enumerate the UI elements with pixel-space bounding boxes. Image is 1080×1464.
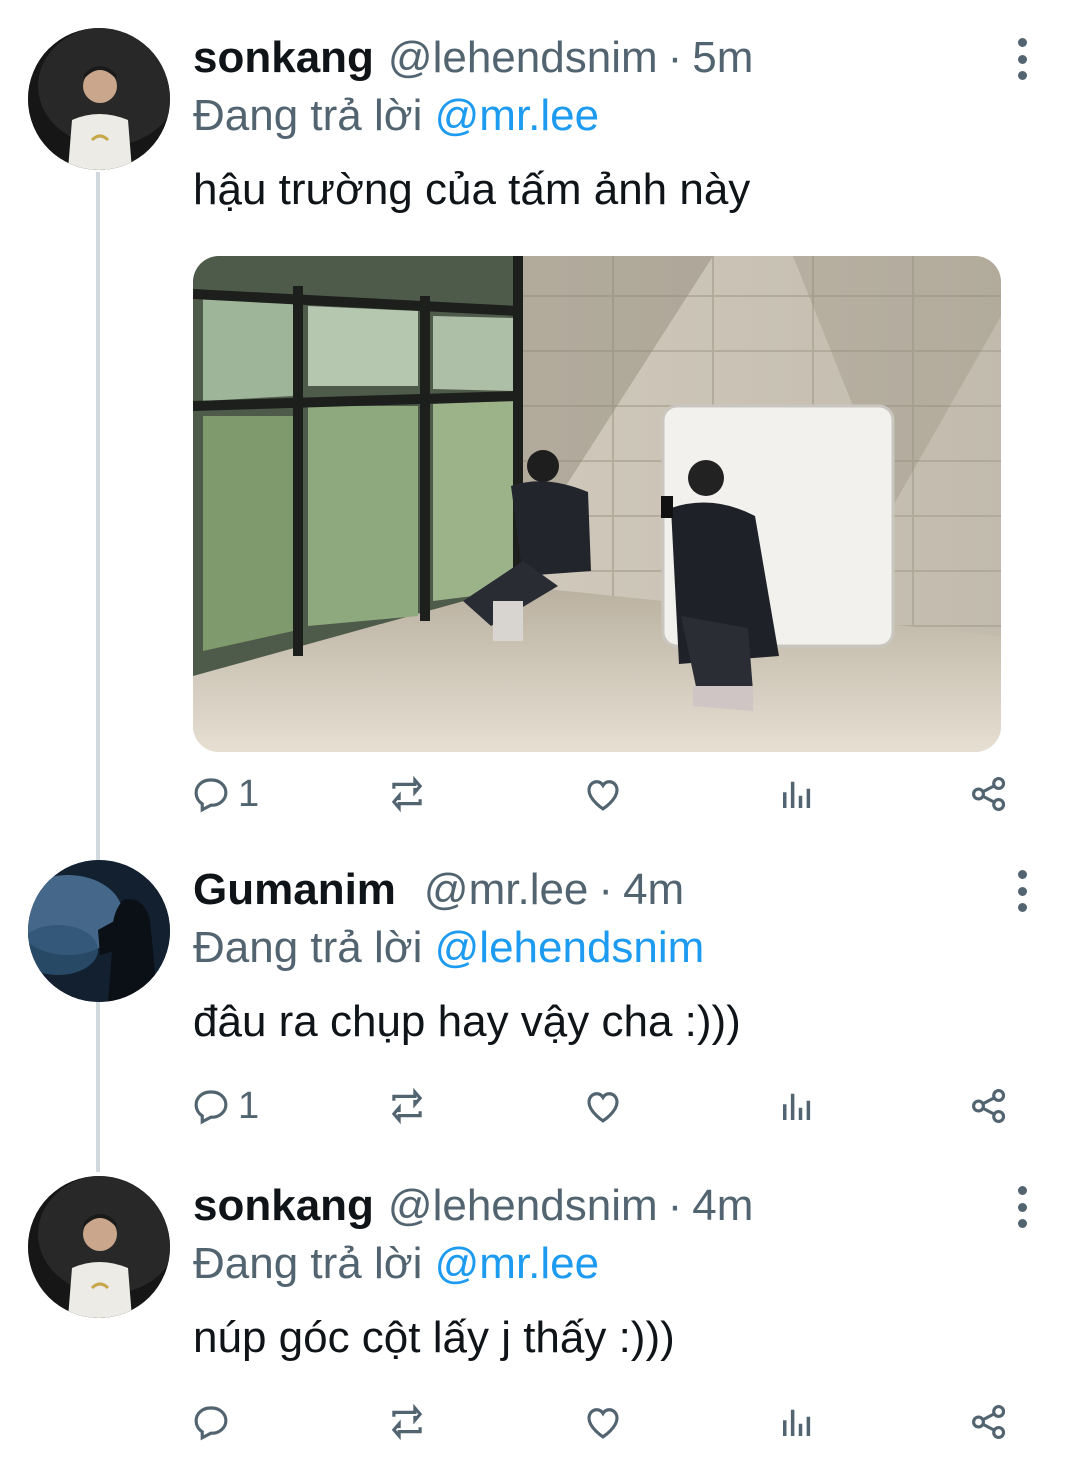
tweet-actions: 1 [190,1076,1040,1136]
tweet-text: hậu trường của tấm ảnh này [193,165,751,214]
reply-button[interactable]: 1 [190,1076,259,1136]
replying-prefix: Đang trả lời [193,923,423,972]
mention-link[interactable]: @mr.lee [435,91,599,140]
like-icon [582,1085,624,1127]
share-button[interactable] [968,1076,1010,1136]
like-button[interactable] [582,764,624,824]
tweet-text: đâu ra chụp hay vậy cha :))) [193,997,741,1046]
retweet-button[interactable] [386,764,428,824]
replying-to: Đang trả lời @mr.lee [193,84,599,148]
tweet-3[interactable]: sonkang @lehendsnim · 4m Đang trả lời @m… [0,1174,1080,1464]
tweet-actions [190,1392,1040,1452]
avatar[interactable] [28,28,170,170]
more-icon[interactable] [1004,1182,1040,1232]
share-icon [968,773,1010,815]
retweet-icon [386,1401,428,1443]
share-button[interactable] [968,1392,1010,1452]
share-button[interactable] [968,764,1010,824]
separator: · [667,1181,683,1230]
separator: · [667,33,683,82]
like-icon [582,773,624,815]
analytics-icon [776,1401,818,1443]
more-icon[interactable] [1004,34,1040,84]
analytics-icon [776,773,818,815]
replying-prefix: Đang trả lời [193,1239,423,1288]
tweet-photo[interactable] [193,256,1001,752]
tweet-header: sonkang @lehendsnim · 5m [193,26,753,90]
replying-prefix: Đang trả lời [193,91,423,140]
retweet-icon [386,1085,428,1127]
reply-icon [190,1085,232,1127]
display-name[interactable]: sonkang [193,26,374,90]
display-name[interactable]: Gumanim [193,858,396,922]
user-handle[interactable]: @mr.lee [424,858,588,922]
analytics-button[interactable] [776,1392,818,1452]
mention-link[interactable]: @lehendsnim [435,923,705,972]
tweet-header: sonkang @lehendsnim · 4m [193,1174,753,1238]
tweet-2[interactable]: Gumanim @mr.lee · 4m Đang trả lời @lehen… [0,858,1080,1148]
tweet-text: núp góc cột lấy j thấy :))) [193,1313,675,1362]
analytics-button[interactable] [776,764,818,824]
more-icon[interactable] [1004,866,1040,916]
separator: · [598,865,614,914]
like-button[interactable] [582,1392,624,1452]
reply-button[interactable] [190,1392,238,1452]
replying-to: Đang trả lời @lehendsnim [193,916,704,980]
user-handle[interactable]: @lehendsnim [388,26,658,90]
avatar[interactable] [28,860,170,1002]
timestamp[interactable]: 4m [692,1174,753,1238]
avatar[interactable] [28,1176,170,1318]
reply-count: 1 [238,1084,260,1127]
replying-to: Đang trả lời @mr.lee [193,1232,599,1296]
retweet-button[interactable] [386,1392,428,1452]
tweet-actions: 1 [190,764,1040,824]
mention-link[interactable]: @mr.lee [435,1239,599,1288]
share-icon [968,1401,1010,1443]
tweet-1[interactable]: sonkang @lehendsnim · 5m Đang trả lời @m… [0,26,1080,826]
timestamp[interactable]: 5m [692,26,753,90]
retweet-icon [386,773,428,815]
user-handle[interactable]: @lehendsnim [388,1174,658,1238]
timestamp[interactable]: 4m [623,858,684,922]
like-button[interactable] [582,1076,624,1136]
analytics-icon [776,1085,818,1127]
like-icon [582,1401,624,1443]
tweet-header: Gumanim @mr.lee · 4m [193,858,684,922]
retweet-button[interactable] [386,1076,428,1136]
reply-icon [190,1401,232,1443]
reply-icon [190,773,232,815]
reply-count: 1 [238,772,260,815]
reply-button[interactable]: 1 [190,764,259,824]
share-icon [968,1085,1010,1127]
analytics-button[interactable] [776,1076,818,1136]
display-name[interactable]: sonkang [193,1174,374,1238]
